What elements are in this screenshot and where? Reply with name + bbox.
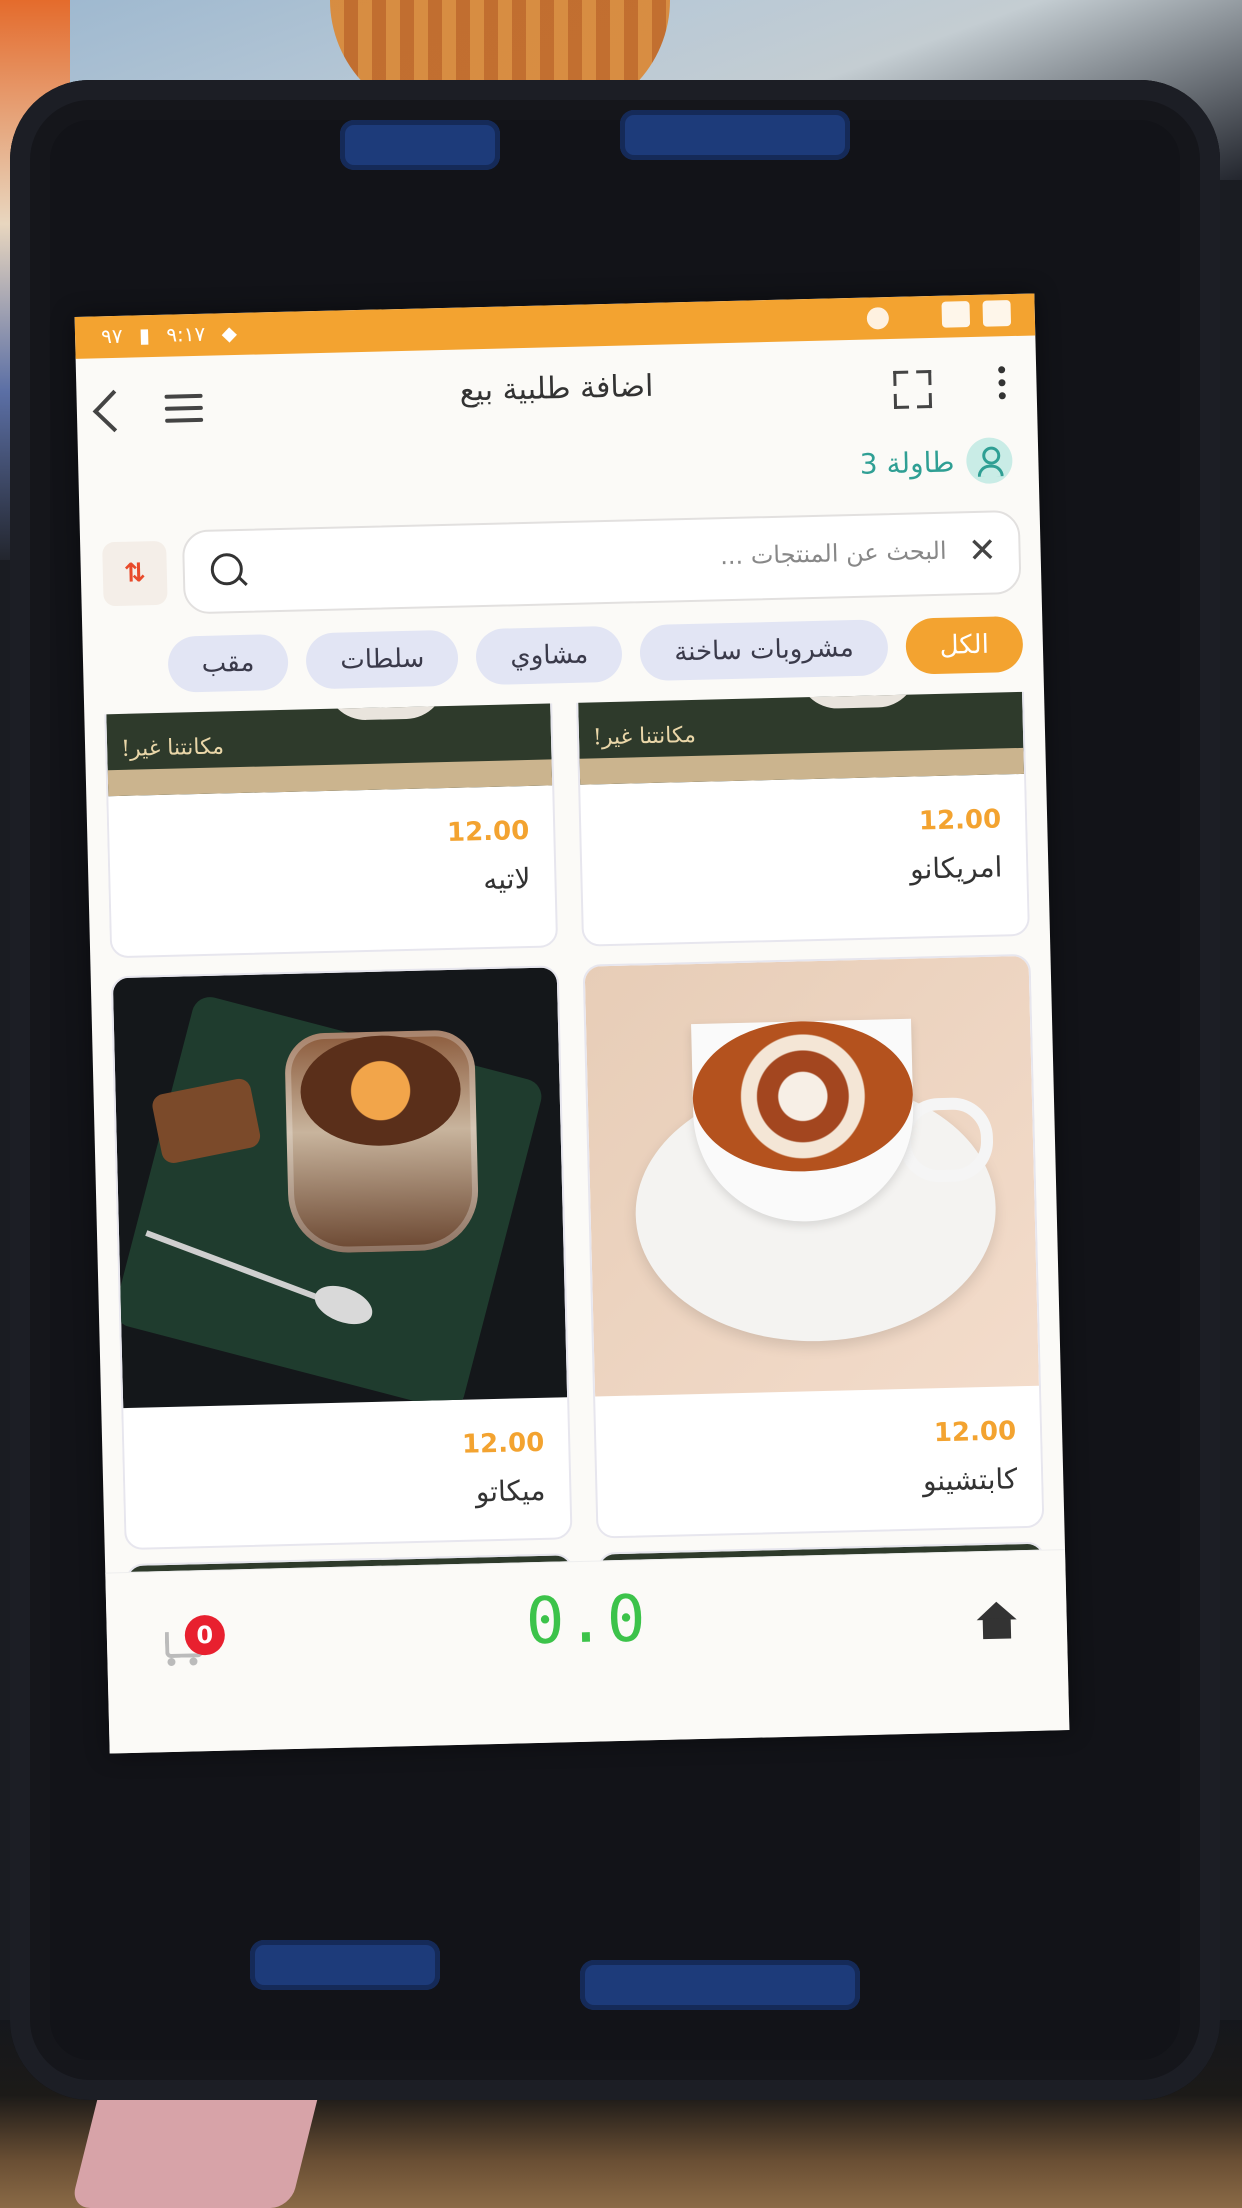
table-label: طاولة 3 bbox=[859, 444, 955, 481]
table-selector[interactable]: طاولة 3 bbox=[859, 436, 1013, 488]
category-tab-all[interactable]: الكل bbox=[905, 615, 1024, 675]
product-image bbox=[112, 967, 568, 1409]
case-bump bbox=[580, 1960, 860, 2010]
banner-text: مكانتنا غير! bbox=[120, 734, 225, 762]
case-bump bbox=[620, 110, 850, 160]
status-right bbox=[866, 300, 1012, 334]
status-left: ٩:١٧ ▮ ٩٧ ◆ bbox=[100, 320, 247, 349]
close-icon[interactable]: ✕ bbox=[968, 530, 997, 571]
product-price: 12.00 bbox=[933, 1416, 1017, 1449]
fullscreen-icon[interactable] bbox=[893, 370, 933, 409]
notification-icon bbox=[866, 307, 889, 330]
category-tab-grills[interactable]: مشاوي bbox=[475, 625, 623, 686]
case-bump bbox=[250, 1940, 440, 1990]
status-square-icon bbox=[941, 301, 971, 328]
product-image: مكانتنا غير! bbox=[105, 691, 553, 797]
sort-icon: ⇅ bbox=[123, 558, 147, 589]
search-row: ⇅ ✕ bbox=[80, 501, 1042, 624]
category-tabs: الكل مشروبات ساخنة مشاويسلطات مقب bbox=[149, 615, 1024, 697]
product-card[interactable]: 12.00 كابتشينو bbox=[582, 953, 1045, 1539]
product-image: مكانتنا غير! bbox=[577, 691, 1025, 785]
battery-icon: ▮ bbox=[138, 323, 151, 348]
sort-button[interactable]: ⇅ bbox=[102, 540, 168, 607]
category-tab-appetizers[interactable]: مقب bbox=[167, 633, 289, 693]
cart-button[interactable]: 0 bbox=[164, 1614, 226, 1668]
case-bump bbox=[340, 120, 500, 170]
tablet-screen: ٩:١٧ ▮ ٩٧ ◆ اضافة طلبية بيع طاولة 3 ⇅ ✕ bbox=[74, 293, 1070, 1754]
product-card[interactable]: 12.00 ميكاتو bbox=[110, 965, 573, 1551]
user-icon bbox=[965, 437, 1013, 485]
banner-text: مكانتنا غير! bbox=[592, 722, 697, 751]
product-grid: مكانتنا غير! 12.00 امريكانو مكانتنا غير!… bbox=[104, 691, 1046, 1595]
product-price: 12.00 bbox=[446, 815, 530, 848]
product-price: 12.00 bbox=[918, 804, 1002, 837]
bottom-bar: 0.0 0 bbox=[105, 1549, 1070, 1754]
category-tab-salads[interactable]: سلطات bbox=[305, 629, 460, 690]
product-name: كابتشينو bbox=[922, 1462, 1018, 1498]
status-battery: ٩٧ bbox=[100, 323, 123, 349]
product-name: امريكانو bbox=[909, 850, 1003, 886]
product-name: ميكاتو bbox=[475, 1473, 546, 1509]
status-time: ٩:١٧ bbox=[165, 321, 206, 347]
search-input[interactable] bbox=[274, 535, 949, 583]
category-tab-hot-drinks[interactable]: مشروبات ساخنة bbox=[639, 619, 889, 682]
product-card[interactable]: مكانتنا غير! 12.00 لاتيه bbox=[104, 691, 559, 959]
status-square-icon bbox=[982, 300, 1012, 327]
order-total: 0.0 bbox=[524, 1582, 649, 1660]
search-box: ✕ bbox=[181, 509, 1022, 615]
more-vertical-icon[interactable] bbox=[998, 366, 1007, 405]
product-image bbox=[584, 955, 1039, 1397]
product-card[interactable]: مكانتنا غير! 12.00 امريكانو bbox=[575, 691, 1030, 947]
wifi-icon: ◆ bbox=[221, 320, 238, 346]
search-icon[interactable] bbox=[210, 552, 244, 586]
product-price: 12.00 bbox=[461, 1427, 545, 1460]
product-name: لاتيه bbox=[482, 861, 531, 897]
